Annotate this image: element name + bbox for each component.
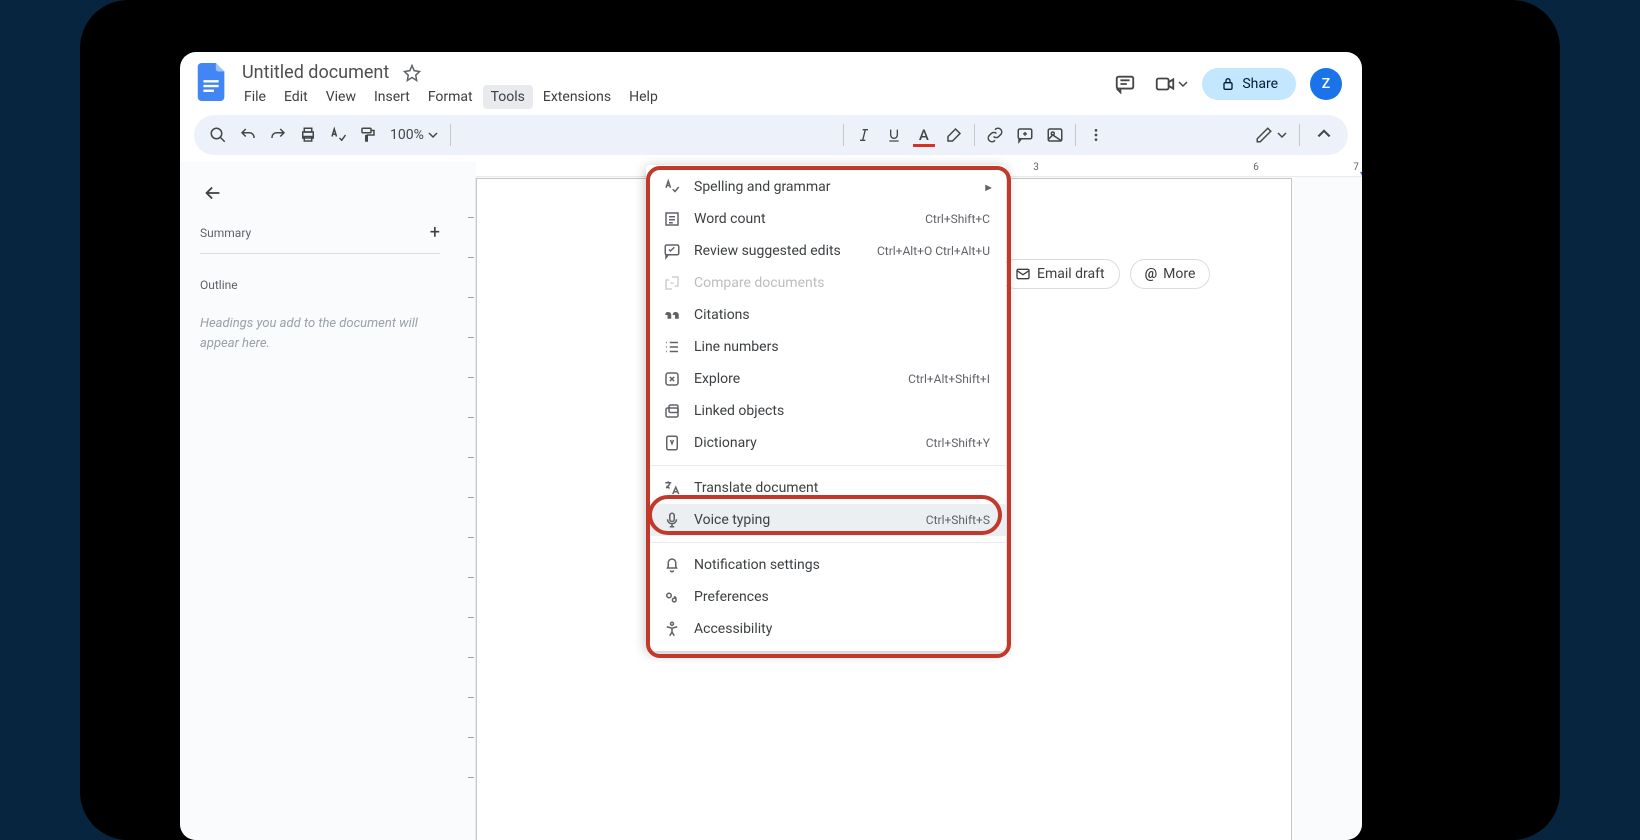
tools-translate[interactable]: Translate document bbox=[646, 472, 1006, 504]
more-icon[interactable] bbox=[1082, 121, 1110, 149]
meet-button[interactable] bbox=[1154, 73, 1188, 95]
menu-help[interactable]: Help bbox=[621, 85, 666, 109]
link-icon[interactable] bbox=[981, 121, 1009, 149]
paint-format-icon[interactable] bbox=[354, 121, 382, 149]
dictionary-icon bbox=[662, 433, 682, 453]
image-icon[interactable] bbox=[1041, 121, 1069, 149]
collapse-icon[interactable] bbox=[1310, 121, 1338, 149]
preferences-icon bbox=[662, 587, 682, 607]
undo-icon[interactable] bbox=[234, 121, 262, 149]
menu-view[interactable]: View bbox=[318, 85, 364, 109]
redo-icon[interactable] bbox=[264, 121, 292, 149]
title-bar: Untitled document File Edit View Insert … bbox=[180, 52, 1362, 109]
tools-dropdown: Spelling and grammar ► Word count Ctrl+S… bbox=[646, 165, 1006, 651]
add-comment-icon[interactable] bbox=[1011, 121, 1039, 149]
tools-voice-typing[interactable]: Voice typing Ctrl+Shift+S bbox=[646, 504, 1006, 536]
mic-icon bbox=[662, 510, 682, 530]
docs-logo-icon[interactable] bbox=[194, 64, 230, 100]
right-indent-icon[interactable]: ▾ bbox=[1360, 167, 1362, 181]
tools-linked-objects[interactable]: Linked objects bbox=[646, 395, 1006, 427]
outline-label: Outline bbox=[200, 278, 440, 292]
menu-extensions[interactable]: Extensions bbox=[535, 85, 619, 109]
citations-icon bbox=[662, 305, 682, 325]
tools-review-edits[interactable]: Review suggested edits Ctrl+Alt+O Ctrl+A… bbox=[646, 235, 1006, 267]
review-icon bbox=[662, 241, 682, 261]
chip-more[interactable]: @ More bbox=[1130, 259, 1211, 289]
bell-icon bbox=[662, 555, 682, 575]
editing-mode[interactable] bbox=[1249, 126, 1293, 144]
tools-compare-docs: Compare documents bbox=[646, 267, 1006, 299]
vertical-ruler bbox=[460, 177, 476, 840]
summary-label: Summary bbox=[200, 226, 251, 240]
tools-spelling-grammar[interactable]: Spelling and grammar ► bbox=[646, 171, 1006, 203]
account-avatar[interactable]: Z bbox=[1310, 68, 1342, 100]
word-count-icon bbox=[662, 209, 682, 229]
search-icon[interactable] bbox=[204, 121, 232, 149]
menu-tools[interactable]: Tools bbox=[483, 85, 533, 109]
add-summary-icon[interactable]: + bbox=[430, 222, 440, 243]
menu-insert[interactable]: Insert bbox=[366, 85, 418, 109]
toolbar: 100% A bbox=[194, 115, 1348, 155]
comments-icon[interactable] bbox=[1110, 69, 1140, 99]
menu-file[interactable]: File bbox=[236, 85, 274, 109]
menu-edit[interactable]: Edit bbox=[276, 85, 316, 109]
text-color-icon[interactable]: A bbox=[910, 121, 938, 149]
tools-preferences[interactable]: Preferences bbox=[646, 581, 1006, 613]
back-icon[interactable] bbox=[202, 182, 440, 204]
print-icon[interactable] bbox=[294, 121, 322, 149]
document-title[interactable]: Untitled document bbox=[238, 60, 393, 85]
share-button[interactable]: Share bbox=[1202, 68, 1296, 100]
tools-explore[interactable]: Explore Ctrl+Alt+Shift+I bbox=[646, 363, 1006, 395]
italic-icon[interactable] bbox=[850, 121, 878, 149]
chip-email-draft[interactable]: Email draft bbox=[1000, 259, 1120, 289]
translate-icon bbox=[662, 478, 682, 498]
zoom-select[interactable]: 100% bbox=[384, 127, 444, 143]
outline-hint: Headings you add to the document will ap… bbox=[200, 314, 440, 353]
share-label: Share bbox=[1242, 76, 1278, 92]
tools-dictionary[interactable]: Dictionary Ctrl+Shift+Y bbox=[646, 427, 1006, 459]
outline-sidebar: Summary + Outline Headings you add to th… bbox=[180, 162, 460, 840]
tools-notifications[interactable]: Notification settings bbox=[646, 549, 1006, 581]
accessibility-icon bbox=[662, 619, 682, 639]
tools-citations[interactable]: Citations bbox=[646, 299, 1006, 331]
app-window: Untitled document File Edit View Insert … bbox=[180, 52, 1362, 840]
tools-accessibility[interactable]: Accessibility bbox=[646, 613, 1006, 645]
compare-icon bbox=[662, 273, 682, 293]
star-icon[interactable] bbox=[403, 64, 421, 82]
underline-icon[interactable] bbox=[880, 121, 908, 149]
line-numbers-icon bbox=[662, 337, 682, 357]
explore-icon bbox=[662, 369, 682, 389]
tools-word-count[interactable]: Word count Ctrl+Shift+C bbox=[646, 203, 1006, 235]
menubar: File Edit View Insert Format Tools Exten… bbox=[236, 85, 1102, 109]
spellcheck-icon[interactable] bbox=[324, 121, 352, 149]
spellcheck-menu-icon bbox=[662, 177, 682, 197]
menu-format[interactable]: Format bbox=[420, 85, 481, 109]
linked-objects-icon bbox=[662, 401, 682, 421]
submenu-arrow-icon: ► bbox=[983, 181, 994, 194]
tools-line-numbers[interactable]: Line numbers bbox=[646, 331, 1006, 363]
highlight-icon[interactable] bbox=[940, 121, 968, 149]
